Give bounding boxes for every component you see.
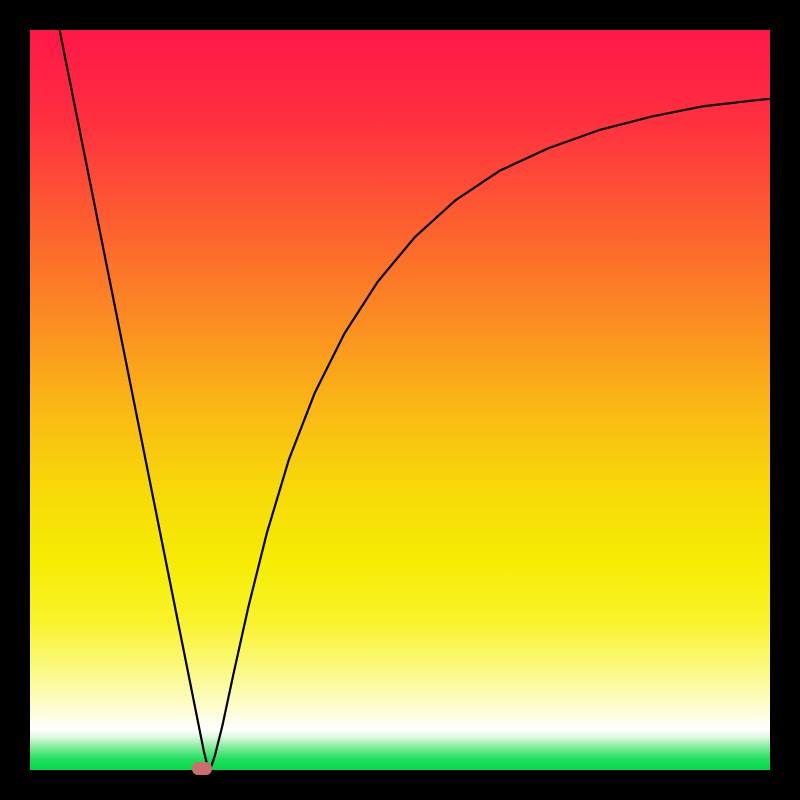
optimal-marker xyxy=(192,762,212,775)
chart-frame xyxy=(0,0,800,800)
chart-container: TheBottlenecker.com xyxy=(0,0,800,800)
